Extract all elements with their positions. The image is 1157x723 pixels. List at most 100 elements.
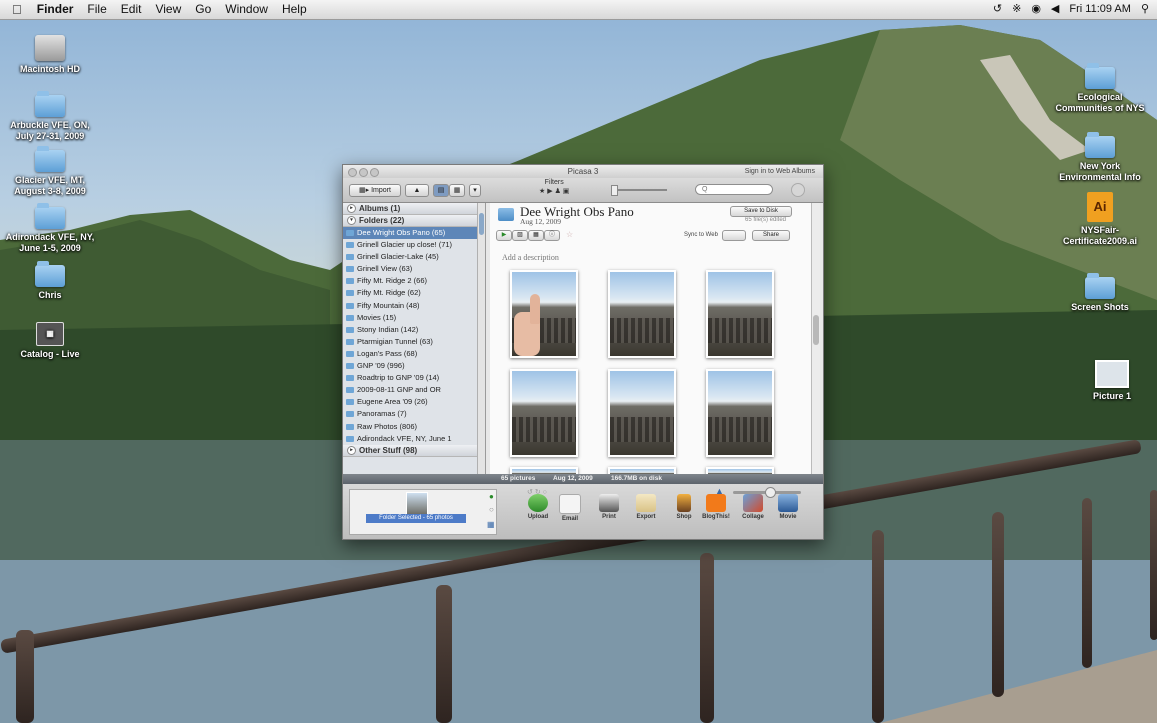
photo-thumbnail[interactable] [510, 270, 578, 358]
sidebar-folder-item[interactable]: Stony Indian (142) [343, 324, 485, 336]
sidebar-folder-item[interactable]: Logan's Pass (68) [343, 348, 485, 360]
print-button[interactable]: Print [594, 494, 624, 520]
sidebar-folder-item[interactable]: Ptarmigian Tunnel (63) [343, 336, 485, 348]
hold-icon[interactable]: ● [489, 492, 494, 501]
view-tree-button[interactable]: ▤ [433, 184, 449, 197]
sidebar-folder-item[interactable]: Grinell Glacier-Lake (45) [343, 251, 485, 263]
desktop-icon-adirondack-folder[interactable]: Adirondack VFE, NY, June 1-5, 2009 [5, 203, 95, 254]
sync-toggle[interactable] [722, 230, 746, 241]
thumbnail-size-slider-knob[interactable] [765, 487, 776, 498]
sidebar-folder-item[interactable]: Raw Photos (806) [343, 421, 485, 433]
sidebar-scrollbar[interactable] [477, 203, 485, 474]
sidebar-folder-item[interactable]: Grinell Glacier up close! (71) [343, 239, 485, 251]
sidebar-folder-item[interactable]: GNP '09 (996) [343, 360, 485, 372]
clear-icon[interactable]: ○ [489, 505, 494, 514]
info-button[interactable]: ⓘ [544, 230, 560, 241]
menu-edit[interactable]: Edit [114, 0, 149, 19]
sidebar-folder-item[interactable]: Eugene Area '09 (26) [343, 396, 485, 408]
folder-icon [35, 91, 65, 117]
people-filter-icon[interactable]: ♟ [555, 188, 561, 195]
desktop-icon-nysfair-ai[interactable]: Ai NYSFair-Certificate2009.ai [1055, 192, 1145, 247]
photo-thumbnail[interactable] [510, 467, 578, 474]
wifi-icon[interactable]: ◉ [1031, 0, 1041, 19]
export-button[interactable]: Export [631, 494, 661, 520]
import-button[interactable]: ▦▸ Import [349, 184, 401, 197]
folders-section-header[interactable]: ▾ Folders (22) [343, 215, 485, 227]
sidebar-folder-item[interactable]: Roadtrip to GNP '09 (14) [343, 372, 485, 384]
star-filter-icon[interactable]: ★ [539, 188, 545, 195]
close-button[interactable] [348, 168, 357, 177]
menu-file[interactable]: File [80, 0, 113, 19]
photo-thumbnail[interactable] [510, 369, 578, 457]
menu-go[interactable]: Go [188, 0, 218, 19]
geotag-filter-icon[interactable]: ▣ [563, 188, 570, 195]
desktop-icon-arbuckle-folder[interactable]: Arbuckle VFE, ON, July 27-31, 2009 [5, 91, 95, 142]
sidebar-folder-item[interactable]: Grinell View (63) [343, 263, 485, 275]
video-filter-icon[interactable]: ▶ [547, 188, 554, 195]
slideshow-button[interactable]: ▨ [512, 230, 528, 241]
photo-thumbnail[interactable] [608, 467, 676, 474]
photo-tray-box[interactable]: Folder Selected - 65 photos [349, 489, 497, 535]
sidebar-folder-item[interactable]: Movies (15) [343, 312, 485, 324]
face-icon[interactable] [791, 183, 805, 197]
add-to-album-icon[interactable]: ▦ [487, 520, 495, 529]
desktop-icon-glacier-folder[interactable]: Glacier VFE, MT, August 3-8, 2009 [5, 146, 95, 197]
star-icon[interactable]: ☆ [566, 230, 573, 239]
photo-thumbnail[interactable] [608, 369, 676, 457]
sidebar-folder-item[interactable]: 2009-08-11 GNP and OR [343, 384, 485, 396]
email-button[interactable]: Email [555, 494, 585, 522]
desktop-icon-macintosh-hd[interactable]: Macintosh HD [5, 35, 95, 75]
desktop-icon-screen-shots-folder[interactable]: Screen Shots [1055, 273, 1145, 313]
share-button[interactable]: Share [752, 230, 790, 241]
album-scrollbar-thumb[interactable] [813, 315, 819, 345]
desktop-icon-catalog[interactable]: ▦ Catalog - Live [5, 322, 95, 360]
photo-thumbnail[interactable] [608, 270, 676, 358]
desktop-icon-ecological-folder[interactable]: Ecological Communities of NYS [1055, 63, 1145, 114]
add-description-field[interactable]: Add a description [502, 253, 559, 262]
view-menu-button[interactable]: ▾ [469, 184, 481, 197]
search-icon[interactable]: ⚲ [1141, 0, 1149, 19]
minimize-button[interactable] [359, 168, 368, 177]
volume-icon[interactable]: ◀ [1051, 0, 1059, 19]
add-button[interactable]: ▲ [405, 184, 429, 197]
sidebar-folder-item[interactable]: Fifty Mt. Ridge (62) [343, 287, 485, 299]
bluetooth-icon[interactable]: ※ [1012, 0, 1021, 19]
collage-button[interactable]: ▦ [528, 230, 544, 241]
other-section-header[interactable]: ▸ Other Stuff (98) [343, 444, 485, 457]
zoom-button[interactable] [370, 168, 379, 177]
album-scrollbar[interactable] [811, 203, 820, 474]
sidebar-folder-item[interactable]: Fifty Mt. Ridge 2 (66) [343, 275, 485, 287]
sidebar-folder-item[interactable]: Adirondack VFE, NY, June 1 [343, 433, 485, 445]
sidebar-scrollbar-thumb[interactable] [479, 213, 484, 235]
movie-button[interactable]: Movie [773, 494, 803, 520]
sidebar-folder-item[interactable]: Dee Wright Obs Pano (65) [343, 227, 485, 240]
time-machine-icon[interactable]: ↺ [993, 0, 1002, 19]
sidebar-folder-item[interactable]: Panoramas (7) [343, 408, 485, 420]
photo-thumbnail[interactable] [706, 467, 774, 474]
upload-button[interactable]: Upload [523, 494, 553, 520]
menu-help[interactable]: Help [275, 0, 314, 19]
photo-thumbnail[interactable] [706, 369, 774, 457]
menu-window[interactable]: Window [218, 0, 275, 19]
shop-button[interactable]: Shop [669, 494, 699, 520]
view-flat-button[interactable]: ▦ [449, 184, 465, 197]
collage-button[interactable]: Collage [738, 494, 768, 520]
desktop-icon-picture-1[interactable]: Picture 1 [1067, 360, 1157, 402]
desktop-icon-ny-env-folder[interactable]: New York Environmental Info [1055, 132, 1145, 183]
sign-in-link[interactable]: Sign in to Web Albums [745, 165, 815, 178]
play-button[interactable]: ▶ [496, 230, 512, 241]
filter-slider[interactable] [613, 189, 667, 191]
search-input[interactable] [695, 184, 773, 195]
menu-view[interactable]: View [148, 0, 188, 19]
menu-finder[interactable]: Finder [30, 0, 81, 19]
filter-slider-knob[interactable] [611, 185, 618, 196]
desktop-icon-chris-folder[interactable]: Chris [5, 261, 95, 301]
blogthis-button[interactable]: BlogThis! [701, 494, 731, 520]
save-to-disk-button[interactable]: Save to Disk [730, 206, 792, 217]
apple-icon[interactable]:  [0, 0, 30, 19]
albums-section-header[interactable]: ▸ Albums (1) [343, 203, 485, 215]
photo-thumbnail[interactable] [706, 270, 774, 358]
sidebar-folder-item[interactable]: Fifty Mountain (48) [343, 300, 485, 312]
menu-clock[interactable]: Fri 11:09 AM [1069, 0, 1131, 19]
window-titlebar[interactable]: Picasa 3 Sign in to Web Albums [343, 165, 823, 178]
